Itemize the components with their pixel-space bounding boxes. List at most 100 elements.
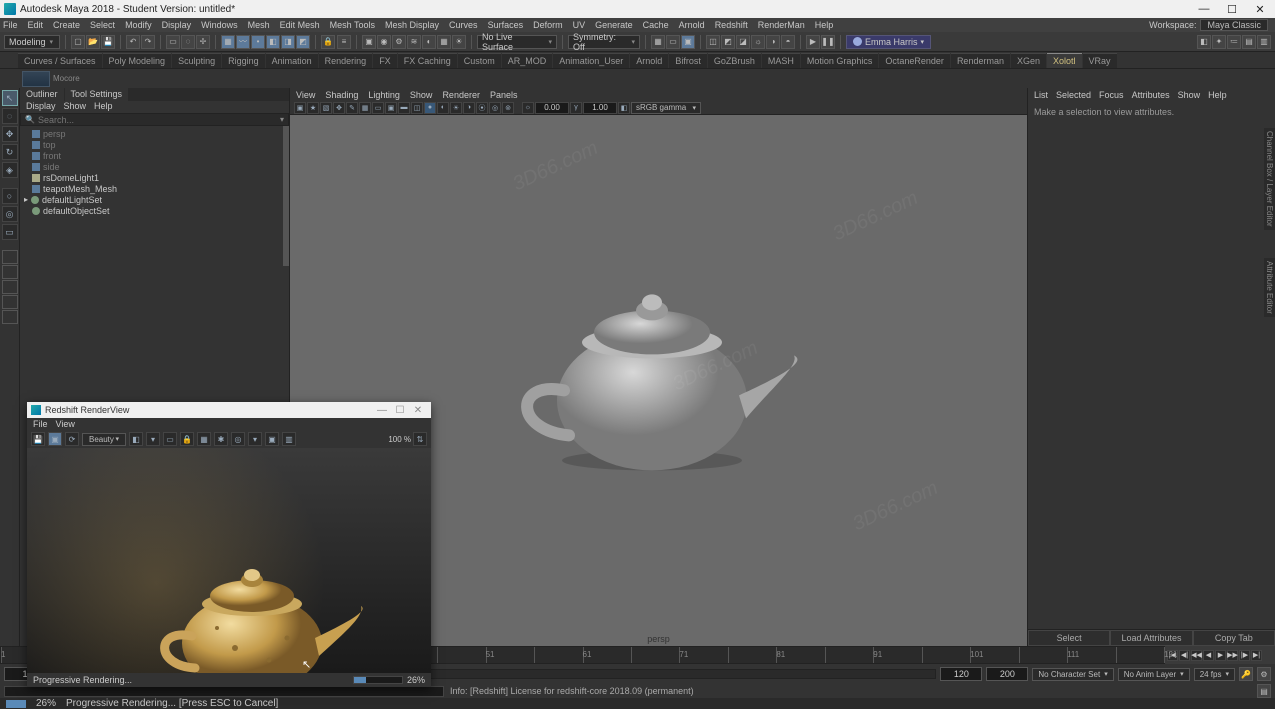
- vp-menu-show[interactable]: Show: [410, 90, 433, 100]
- attribute-editor-side-tab[interactable]: Attribute Editor: [1264, 258, 1275, 317]
- ipr-icon[interactable]: ◉: [377, 35, 391, 49]
- symmetry-tool[interactable]: ▭: [2, 224, 18, 240]
- soft-select-tool[interactable]: ◎: [2, 206, 18, 222]
- toggle-grid-icon[interactable]: ▦: [651, 35, 665, 49]
- range-play-end[interactable]: [940, 667, 982, 681]
- ae-select-button[interactable]: Select: [1028, 630, 1110, 646]
- hik-icon[interactable]: ✦: [1212, 35, 1226, 49]
- move-tool[interactable]: ✥: [2, 126, 18, 142]
- autokey-icon[interactable]: 🔑: [1239, 667, 1253, 681]
- rw-snowflake-icon[interactable]: ✱: [214, 432, 228, 446]
- menu-generate[interactable]: Generate: [595, 20, 633, 30]
- outliner-menu-display[interactable]: Display: [26, 101, 56, 113]
- range-anim-end[interactable]: [986, 667, 1028, 681]
- menu-mesh[interactable]: Mesh: [248, 20, 270, 30]
- vp-gamma-preset[interactable]: sRGB gamma: [631, 102, 701, 114]
- menu-edit-mesh[interactable]: Edit Mesh: [280, 20, 320, 30]
- ae-menu-selected[interactable]: Selected: [1056, 90, 1091, 100]
- hypershade-icon[interactable]: ◐: [422, 35, 436, 49]
- rw-picker-icon[interactable]: ◎: [231, 432, 245, 446]
- shelf-tab-fx[interactable]: FX: [373, 53, 397, 68]
- lasso-tool-icon[interactable]: ◌: [181, 35, 195, 49]
- shelf-tab-renderman[interactable]: Renderman: [951, 53, 1010, 68]
- outliner-node-teapotMesh_Mesh[interactable]: teapotMesh_Mesh: [22, 183, 287, 194]
- shelf-tab-gozbrush[interactable]: GoZBrush: [708, 53, 761, 68]
- lights-icon[interactable]: ☼: [751, 35, 765, 49]
- snap-plane-icon[interactable]: ◧: [266, 35, 280, 49]
- rw-render-icon[interactable]: ▣: [48, 432, 62, 446]
- vp-2d-pan-icon[interactable]: ✥: [333, 102, 345, 114]
- shelf-tab-rigging[interactable]: Rigging: [222, 53, 265, 68]
- shelf-tab-animation[interactable]: Animation: [266, 53, 318, 68]
- render-view-icon[interactable]: ▦: [437, 35, 451, 49]
- vp-smooth-shade-icon[interactable]: ●: [424, 102, 436, 114]
- vp-grease-icon[interactable]: ✎: [346, 102, 358, 114]
- shelf-tab-poly-modeling[interactable]: Poly Modeling: [103, 53, 172, 68]
- vp-select-cam-icon[interactable]: ▣: [294, 102, 306, 114]
- ae-menu-attributes[interactable]: Attributes: [1132, 90, 1170, 100]
- shelf-tab-arnold[interactable]: Arnold: [630, 53, 668, 68]
- ao-icon[interactable]: ◓: [781, 35, 795, 49]
- shelf-tab-animation-user[interactable]: Animation_User: [553, 53, 629, 68]
- layout-two-v[interactable]: [2, 295, 18, 309]
- snap-live-icon[interactable]: ◩: [296, 35, 310, 49]
- vp-menu-shading[interactable]: Shading: [325, 90, 358, 100]
- shelf-tab-vray[interactable]: VRay: [1083, 53, 1117, 68]
- snap-grid-icon[interactable]: ▦: [221, 35, 235, 49]
- ae-menu-show[interactable]: Show: [1178, 90, 1201, 100]
- lock-icon[interactable]: 🔒: [321, 35, 335, 49]
- play-icon[interactable]: ▶: [806, 35, 820, 49]
- rw-grid-icon[interactable]: ▦: [197, 432, 211, 446]
- menu-mesh-tools[interactable]: Mesh Tools: [330, 20, 375, 30]
- outliner-node-front[interactable]: front: [22, 150, 287, 161]
- vp-view-transform-icon[interactable]: ◧: [618, 102, 630, 114]
- menu-file[interactable]: File: [3, 20, 18, 30]
- layout-four[interactable]: [2, 265, 18, 279]
- rw-channels-icon[interactable]: ▾: [248, 432, 262, 446]
- vp-textured-icon[interactable]: ◐: [437, 102, 449, 114]
- modeling-toolkit-icon[interactable]: ◧: [1197, 35, 1211, 49]
- shadows-icon[interactable]: ◑: [766, 35, 780, 49]
- vp-gamma-value[interactable]: [583, 102, 617, 114]
- vp-menu-view[interactable]: View: [296, 90, 315, 100]
- playback-btn-2[interactable]: ◀◀: [1191, 650, 1202, 661]
- open-scene-icon[interactable]: 📂: [86, 35, 100, 49]
- minimize-button[interactable]: —: [1193, 3, 1215, 16]
- outliner-node-defaultLightSet[interactable]: ▸defaultLightSet: [22, 194, 287, 205]
- outliner-scrollbar[interactable]: [283, 126, 289, 266]
- ae-menu-focus[interactable]: Focus: [1099, 90, 1124, 100]
- anim-layer-dropdown[interactable]: No Anim Layer: [1118, 668, 1190, 681]
- xray-icon[interactable]: ◫: [706, 35, 720, 49]
- ae-menu-help[interactable]: Help: [1208, 90, 1227, 100]
- layout-two-h[interactable]: [2, 280, 18, 294]
- playback-btn-3[interactable]: ◀: [1203, 650, 1214, 661]
- outliner-node-rsDomeLight1[interactable]: rsDomeLight1: [22, 172, 287, 183]
- last-tool[interactable]: ○: [2, 188, 18, 204]
- new-scene-icon[interactable]: ▢: [71, 35, 85, 49]
- vp-image-plane-icon[interactable]: ▧: [320, 102, 332, 114]
- rw-compare-icon[interactable]: ▥: [282, 432, 296, 446]
- vp-grid-icon[interactable]: ▦: [359, 102, 371, 114]
- wire-shaded-icon[interactable]: ◩: [721, 35, 735, 49]
- fps-dropdown[interactable]: 24 fps: [1194, 668, 1235, 681]
- render-settings-icon[interactable]: ⚙: [392, 35, 406, 49]
- rw-menu-file[interactable]: File: [33, 419, 48, 429]
- outliner-menu-show[interactable]: Show: [64, 101, 87, 113]
- playback-btn-1[interactable]: ◀|: [1179, 650, 1190, 661]
- ae-copy-tab-button[interactable]: Copy Tab: [1193, 630, 1275, 646]
- shelf-item-icon[interactable]: [22, 71, 50, 87]
- snap-view-icon[interactable]: ◨: [281, 35, 295, 49]
- save-scene-icon[interactable]: 💾: [101, 35, 115, 49]
- menu-mesh-display[interactable]: Mesh Display: [385, 20, 439, 30]
- textured-icon[interactable]: ◪: [736, 35, 750, 49]
- lasso-tool[interactable]: ◌: [2, 108, 18, 124]
- rw-lock-icon[interactable]: 🔒: [180, 432, 194, 446]
- menu-create[interactable]: Create: [53, 20, 80, 30]
- menu-select[interactable]: Select: [90, 20, 115, 30]
- menu-edit[interactable]: Edit: [28, 20, 44, 30]
- vp-exposure-value[interactable]: [535, 102, 569, 114]
- outliner-search-input[interactable]: [38, 115, 277, 125]
- vp-res-gate-icon[interactable]: ▣: [385, 102, 397, 114]
- rw-region-clear-icon[interactable]: ▾: [146, 432, 160, 446]
- render-view-window[interactable]: Redshift RenderView — ☐ ✕ File View 💾 ▣ …: [27, 402, 431, 687]
